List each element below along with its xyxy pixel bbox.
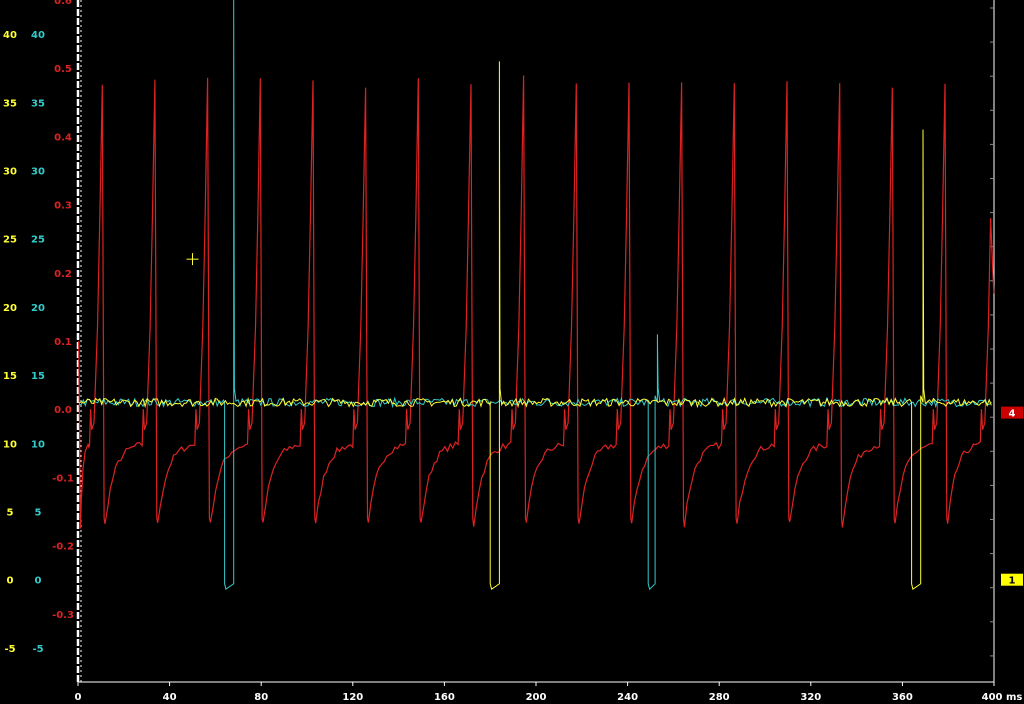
red-axis-tick-label: 0.6 — [54, 0, 72, 7]
yellow-axis-tick-label: 25 — [3, 235, 17, 246]
red-axis-tick-label: 0.0 — [54, 405, 72, 416]
red-axis-tick-label: -0.1 — [52, 473, 74, 484]
x-tick-label: 320 — [800, 692, 821, 703]
yellow-axis-tick-label: 5 — [7, 508, 14, 519]
red-axis-tick-label: 0.1 — [54, 337, 72, 348]
red-channel-trace — [78, 75, 995, 529]
oscilloscope-chart: 0 40 80 120 160 200 240 280 320 360 400 ms40353025… — [3, 0, 1023, 703]
cyan-axis-tick-label: 0 — [35, 576, 42, 587]
axes-layer — [76, 0, 995, 686]
x-tick-label: 400 ms — [982, 692, 1023, 703]
yellow-axis-tick-label: 35 — [3, 98, 17, 109]
x-tick-label: 120 — [342, 692, 363, 703]
cyan-axis-tick-label: 10 — [31, 439, 45, 450]
channel-marker-label: 1 — [1009, 576, 1016, 587]
cyan-axis-tick-label: 25 — [31, 235, 45, 246]
x-tick-label: 200 — [526, 692, 547, 703]
red-axis-tick-label: -0.2 — [52, 542, 74, 553]
cyan-axis-tick-label: 35 — [31, 98, 45, 109]
cyan-axis-tick-label: 30 — [31, 167, 45, 178]
yellow-axis-tick-label: 20 — [3, 303, 17, 314]
x-tick-label: 280 — [709, 692, 730, 703]
x-tick-label: 80 — [254, 692, 268, 703]
x-tick-label: 240 — [617, 692, 638, 703]
x-tick-label: 0 — [75, 692, 82, 703]
x-tick-label: 360 — [892, 692, 913, 703]
channel-marker-label: 4 — [1009, 409, 1016, 420]
yellow-channel-trace — [78, 61, 992, 591]
cyan-channel-trace — [79, 0, 992, 591]
red-axis-tick-label: 0.2 — [54, 269, 72, 280]
cyan-axis-tick-label: -5 — [32, 644, 43, 655]
yellow-axis-tick-label: 40 — [3, 30, 17, 41]
x-tick-label: 160 — [434, 692, 455, 703]
red-axis-tick-label: 0.5 — [54, 64, 72, 75]
yellow-axis-tick-label: 15 — [3, 371, 17, 382]
red-axis-tick-label: 0.4 — [54, 132, 72, 143]
red-axis-tick-label: -0.3 — [52, 610, 74, 621]
yellow-axis-tick-label: -5 — [4, 644, 15, 655]
red-axis-tick-label: 0.3 — [54, 201, 72, 212]
x-tick-label: 40 — [163, 692, 177, 703]
yellow-axis-tick-label: 10 — [3, 439, 17, 450]
trace-layer — [78, 0, 995, 591]
yellow-axis-tick-label: 0 — [7, 576, 14, 587]
yellow-axis-tick-label: 30 — [3, 167, 17, 178]
cyan-axis-tick-label: 40 — [31, 30, 45, 41]
cyan-axis-tick-label: 5 — [35, 508, 42, 519]
cyan-axis-tick-label: 15 — [31, 371, 45, 382]
cyan-axis-tick-label: 20 — [31, 303, 45, 314]
